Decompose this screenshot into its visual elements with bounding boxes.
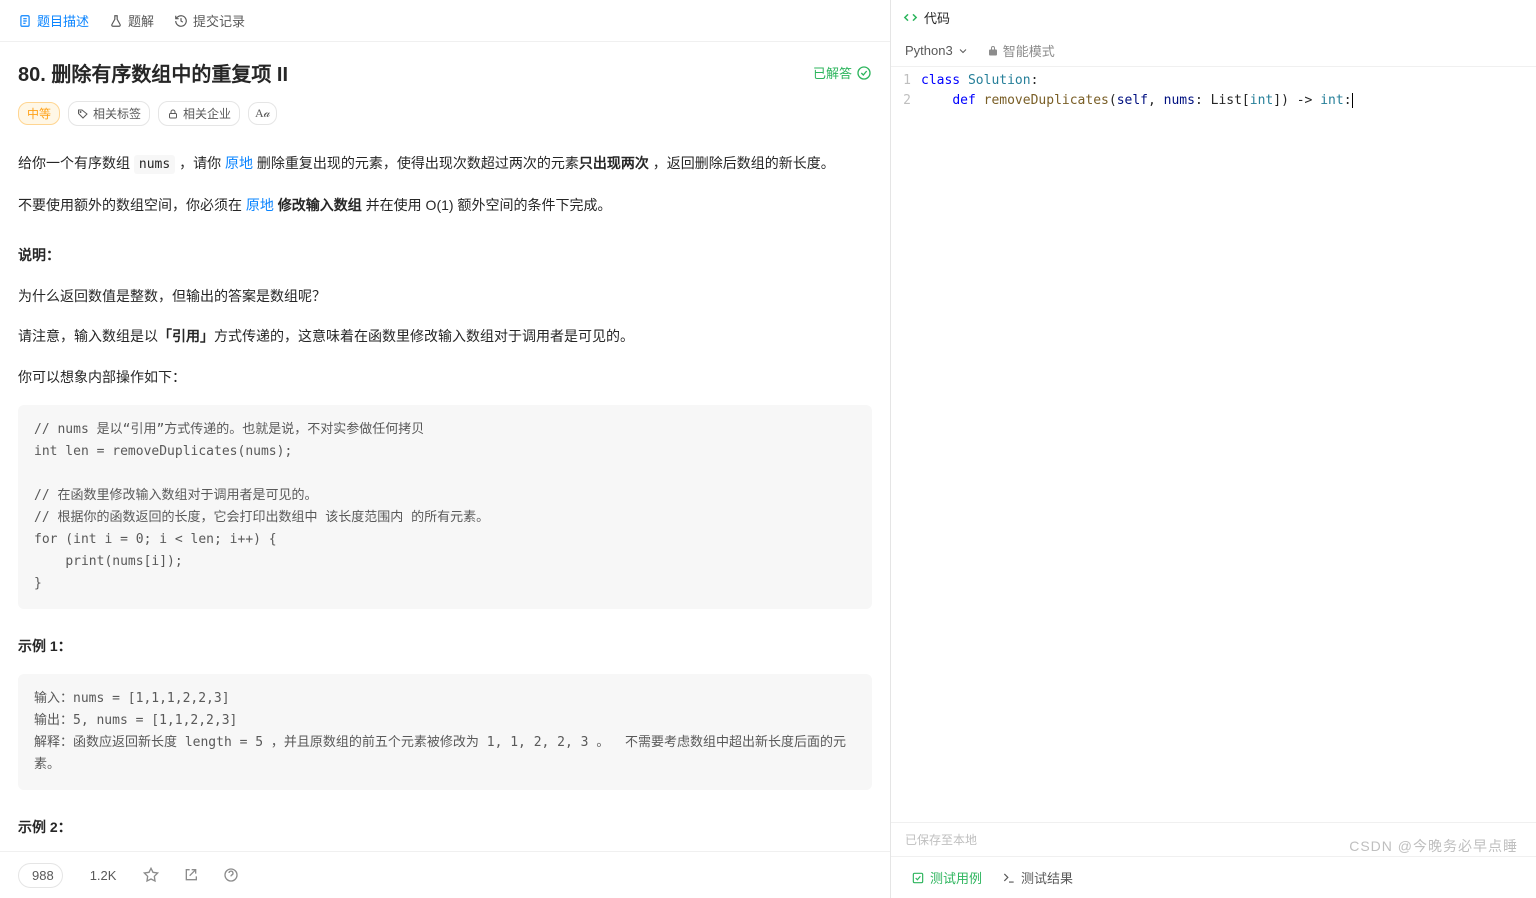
related-tags-button[interactable]: 相关标签 [68, 101, 150, 126]
code-header: 代码 [891, 0, 1536, 35]
desc-heading: 说明： [18, 242, 872, 269]
share-icon [183, 867, 199, 883]
line-number: 2 [891, 91, 921, 111]
code-icon [903, 10, 918, 25]
terminal-icon [1002, 871, 1016, 885]
share-button[interactable] [178, 862, 204, 888]
language-select[interactable]: Python3 [905, 43, 969, 58]
inplace-link[interactable]: 原地 [225, 155, 253, 171]
save-status: 已保存至本地 [891, 822, 1536, 856]
difficulty-badge: 中等 [18, 102, 60, 125]
lock-icon [987, 45, 999, 57]
doc-icon [18, 14, 32, 28]
tab-description[interactable]: 题目描述 [10, 6, 97, 35]
tab-solution[interactable]: 题解 [101, 6, 162, 35]
flask-icon [109, 14, 123, 28]
tab-test-results[interactable]: 测试结果 [994, 865, 1081, 890]
check-circle-icon [856, 65, 872, 81]
inplace-link-2[interactable]: 原地 [246, 197, 274, 213]
tab-submissions[interactable]: 提交记录 [166, 6, 253, 35]
like-button[interactable]: 988 [18, 863, 63, 888]
tab-test-cases[interactable]: 测试用例 [903, 865, 990, 890]
related-companies-button[interactable]: 相关企业 [158, 101, 240, 126]
tag-icon [77, 108, 89, 120]
lock-icon [167, 108, 179, 120]
example-2-heading: 示例 2： [18, 814, 872, 841]
check-square-icon [911, 871, 925, 885]
line-number: 1 [891, 71, 921, 91]
pseudo-code: // nums 是以“引用”方式传递的。也就是说，不对实参做任何拷贝 int l… [18, 405, 872, 610]
bottom-tabs: 测试用例 测试结果 [891, 856, 1536, 898]
tab-label: 题目描述 [37, 11, 89, 30]
history-icon [174, 14, 188, 28]
left-tabs: 题目描述 题解 提交记录 [0, 0, 890, 42]
example-1: 输入：nums = [1,1,1,2,2,3] 输出：5, nums = [1,… [18, 674, 872, 790]
star-button[interactable] [138, 862, 164, 888]
problem-body: 给你一个有序数组 nums ，请你 原地 删除重复出现的元素，使得出现次数超过两… [18, 150, 872, 851]
tab-label: 提交记录 [193, 11, 245, 30]
problem-footer: 988 1.2K [0, 851, 890, 898]
ai-mode-toggle[interactable]: 智能模式 [987, 41, 1055, 60]
comment-button[interactable]: 1.2K [77, 864, 125, 887]
code-panel: 代码 Python3 智能模式 1 class Solution: 2 def … [891, 0, 1536, 898]
problem-content: 80. 删除有序数组中的重复项 II 已解答 中等 相关标签 相关企业 A𝒶 [0, 42, 890, 851]
text-cursor [1352, 93, 1353, 108]
font-button[interactable]: A𝒶 [248, 102, 277, 125]
star-icon [143, 867, 159, 883]
help-button[interactable] [218, 862, 244, 888]
chevron-down-icon [957, 45, 969, 57]
example-1-heading: 示例 1： [18, 633, 872, 660]
code-editor[interactable]: 1 class Solution: 2 def removeDuplicates… [891, 67, 1536, 822]
problem-panel: 题目描述 题解 提交记录 80. 删除有序数组中的重复项 II 已解答 中等 [0, 0, 891, 898]
font-icon: A𝒶 [255, 106, 270, 121]
tab-label: 题解 [128, 11, 154, 30]
problem-title: 80. 删除有序数组中的重复项 II [18, 58, 288, 87]
help-icon [223, 867, 239, 883]
solved-badge: 已解答 [813, 63, 872, 82]
